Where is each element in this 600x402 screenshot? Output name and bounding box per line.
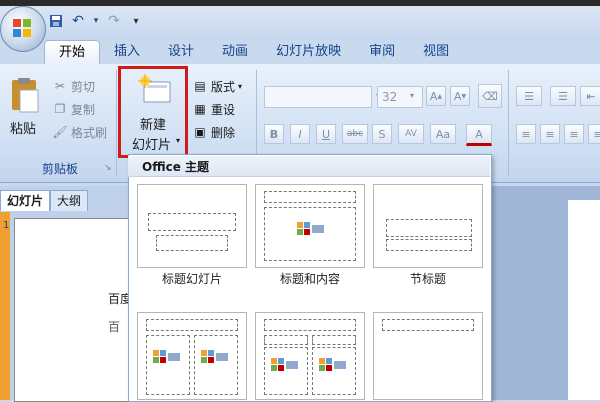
cut-label: 剪切: [71, 79, 96, 94]
slide-number: 1: [3, 220, 10, 231]
undo-icon[interactable]: ↶: [70, 13, 86, 29]
tab-slideshow[interactable]: 幻灯片放映: [262, 40, 355, 64]
clear-format-icon[interactable]: ⌫: [478, 84, 502, 108]
content-icons-icon: [201, 350, 228, 363]
cut-button[interactable]: ✂ 剪切: [52, 76, 95, 96]
shrink-font-button[interactable]: A ▼: [450, 86, 470, 106]
right-heading-placeholder: [312, 335, 356, 345]
tab-review[interactable]: 审阅: [355, 40, 409, 64]
tab-home[interactable]: 开始: [44, 40, 101, 65]
content-icons-icon: [297, 222, 324, 235]
character-spacing-button[interactable]: AV: [398, 124, 424, 144]
slide-thumbnail-subtitle: 百: [108, 320, 121, 334]
copy-label: 复制: [71, 102, 96, 117]
reset-button[interactable]: ▦ 重设: [192, 99, 235, 119]
quick-access-toolbar: ↶ ▾ ↷ ▾: [48, 10, 144, 32]
layout-title-content[interactable]: [255, 184, 365, 268]
reset-label: 重设: [211, 102, 236, 117]
paste-button[interactable]: 粘贴: [10, 118, 36, 137]
window-top-edge: [0, 0, 600, 6]
layout-section-header-label: 节标题: [409, 272, 446, 286]
layout-two-content[interactable]: [137, 312, 247, 400]
layout-section-header[interactable]: [373, 184, 483, 268]
subtitle-placeholder: [156, 235, 228, 251]
delete-button[interactable]: ▣ 删除: [192, 122, 235, 142]
font-name-combo[interactable]: [264, 86, 372, 108]
copy-button[interactable]: ❐ 复制: [52, 99, 95, 119]
layout-title-slide[interactable]: [137, 184, 247, 268]
layout-label: 版式: [211, 79, 236, 94]
group-separator: [116, 70, 117, 176]
numbering-icon[interactable]: ☰: [550, 86, 576, 106]
change-case-button[interactable]: Aa: [430, 124, 456, 144]
customize-qat-icon[interactable]: ▾: [128, 13, 144, 29]
content-icons-icon: [271, 358, 298, 371]
title-placeholder: [264, 191, 356, 203]
content-icons-icon: [319, 358, 346, 371]
title-placeholder: [264, 319, 356, 331]
bullets-icon[interactable]: ☰: [516, 86, 542, 106]
left-content-placeholder: [146, 335, 190, 395]
text-shadow-button[interactable]: S: [372, 124, 392, 144]
clipboard-group-label: 剪贴板: [41, 162, 78, 176]
tab-outline[interactable]: 大纲: [50, 190, 89, 211]
layout-dropdown-icon: ▾: [238, 81, 243, 91]
redo-icon[interactable]: ↷: [106, 13, 122, 29]
strikethrough-button[interactable]: abc: [342, 124, 368, 144]
layout-title-slide-label: 标题幻灯片: [161, 272, 222, 286]
right-content-placeholder: [194, 335, 238, 395]
underline-button[interactable]: U: [316, 124, 336, 144]
save-icon[interactable]: [48, 13, 64, 29]
layout-title-only[interactable]: [373, 312, 483, 400]
tab-view[interactable]: 视图: [409, 40, 463, 64]
grow-font-button[interactable]: A ▲: [426, 86, 446, 106]
layout-comparison[interactable]: [255, 312, 365, 400]
scissors-icon: ✂: [54, 79, 66, 93]
font-color-button[interactable]: A: [466, 124, 492, 146]
delete-label: 删除: [211, 125, 236, 140]
slide-thumbnail[interactable]: [14, 218, 134, 402]
title-placeholder: [148, 213, 236, 231]
font-size-combo[interactable]: 32: [377, 86, 423, 108]
office-logo-icon: [13, 19, 31, 37]
brush-icon: 🖌: [52, 125, 68, 139]
undo-dropdown-icon[interactable]: ▾: [92, 13, 100, 29]
format-painter-button[interactable]: 🖌 格式刷: [52, 122, 107, 142]
layout-title-content-label: 标题和内容: [279, 272, 340, 286]
italic-button[interactable]: I: [290, 124, 310, 144]
align-center-icon[interactable]: ≡: [540, 124, 560, 144]
paste-icon[interactable]: [8, 76, 42, 116]
gallery-title: Office 主题: [142, 160, 210, 174]
decrease-indent-icon[interactable]: ⇤: [580, 86, 600, 106]
tab-animations[interactable]: 动画: [208, 40, 262, 64]
panel-tabs: 幻灯片 大纲: [0, 190, 89, 211]
bold-button[interactable]: B: [264, 124, 284, 144]
new-slide-highlight: [118, 66, 188, 158]
left-heading-placeholder: [264, 335, 308, 345]
ribbon-tabs: 开始 插入 设计 动画 幻灯片放映 审阅 视图: [44, 40, 463, 65]
group-separator: [508, 70, 509, 176]
title-placeholder: [146, 319, 238, 331]
slide-canvas[interactable]: [568, 200, 600, 400]
selected-slide-indicator: [0, 212, 10, 400]
title-placeholder: [382, 319, 474, 331]
delete-slide-icon: ▣: [194, 125, 206, 139]
copy-icon: ❐: [54, 102, 66, 116]
format-painter-label: 格式刷: [71, 125, 108, 140]
dialog-launcher-icon[interactable]: ↘: [104, 163, 112, 173]
section-title-placeholder: [386, 219, 472, 237]
align-right-icon[interactable]: ≡: [564, 124, 584, 144]
tab-design[interactable]: 设计: [154, 40, 208, 64]
layout-button[interactable]: ▤ 版式 ▾: [192, 76, 242, 96]
justify-icon[interactable]: ≡: [588, 124, 600, 144]
font-size-dropdown-icon[interactable]: ▾: [410, 86, 414, 106]
reset-icon: ▦: [194, 102, 206, 116]
tab-insert[interactable]: 插入: [100, 40, 154, 64]
tab-slides[interactable]: 幻灯片: [0, 190, 51, 211]
align-left-icon[interactable]: ≡: [516, 124, 536, 144]
layout-icon: ▤: [194, 79, 206, 93]
content-icons-icon: [153, 350, 180, 363]
section-text-placeholder: [386, 239, 472, 251]
